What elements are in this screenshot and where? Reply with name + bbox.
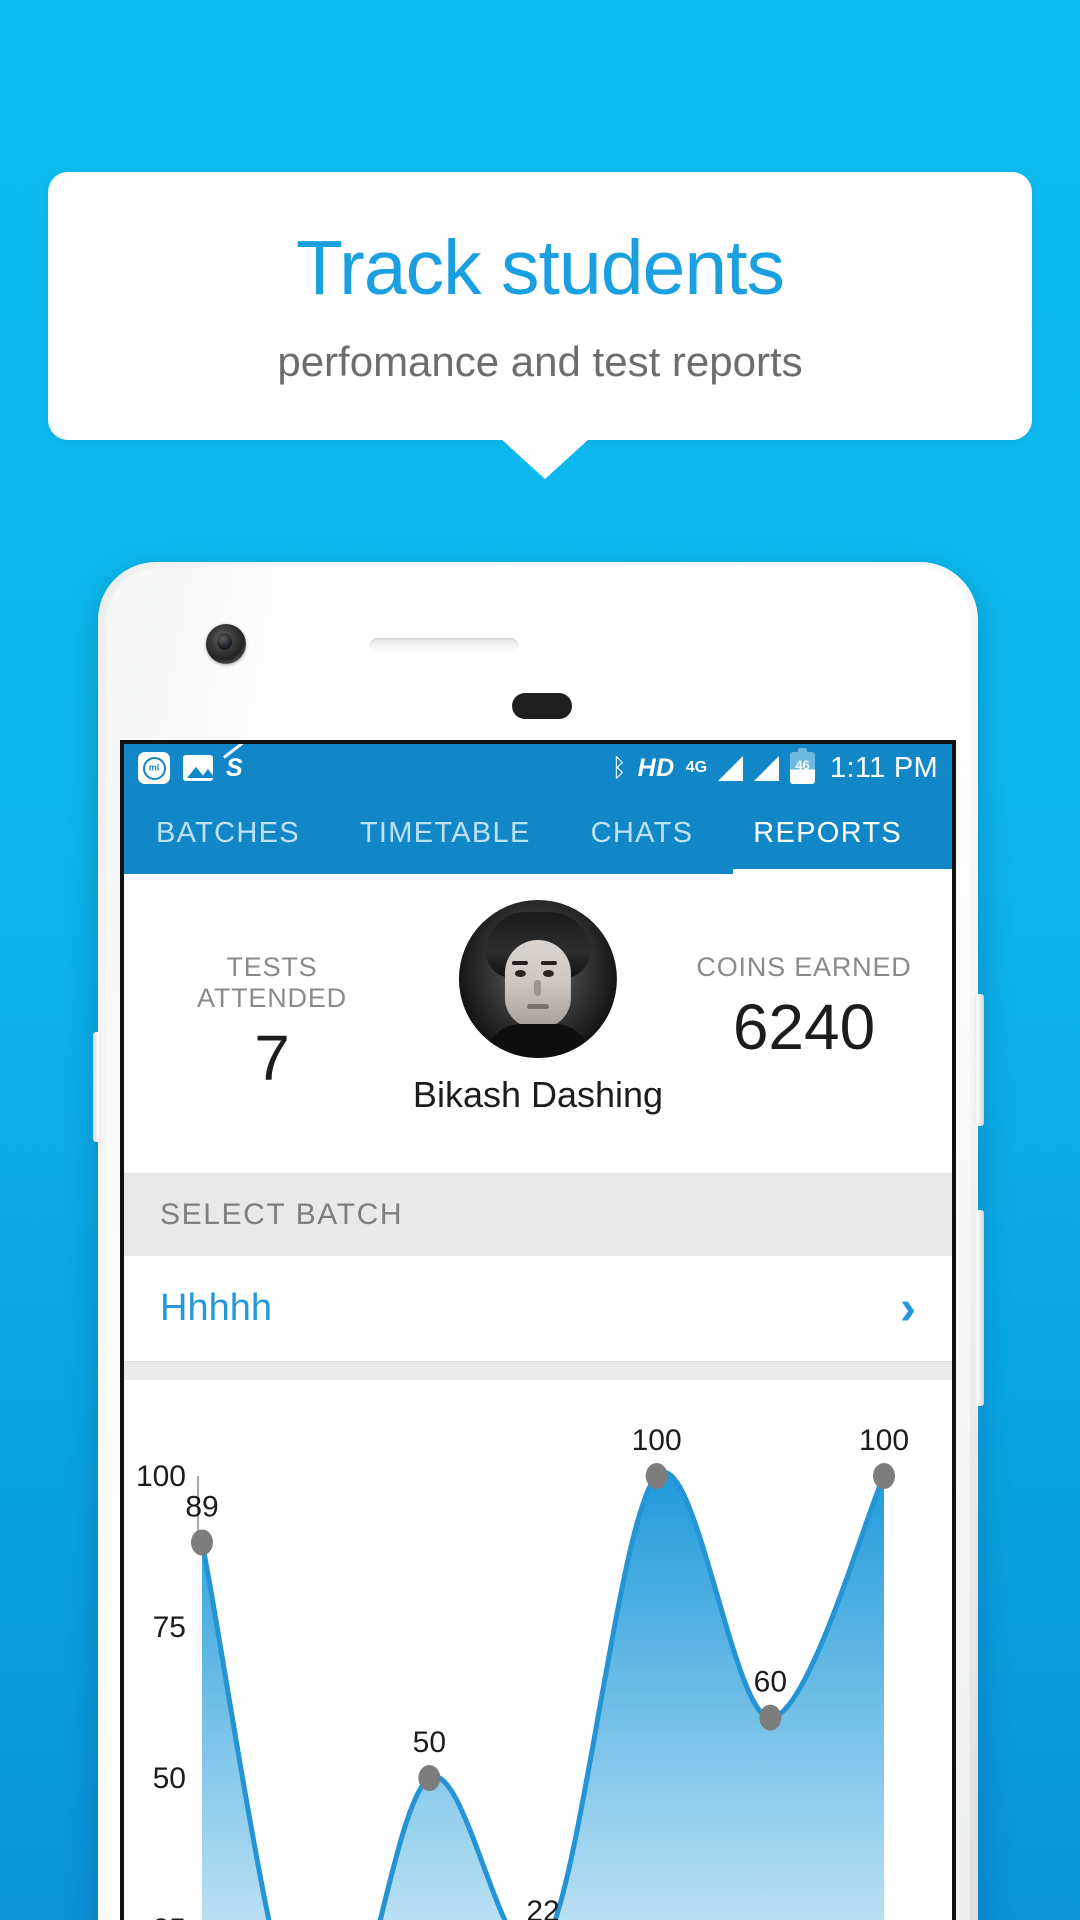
tab-bar: BATCHES TIMETABLE CHATS REPORTS [124, 792, 952, 874]
chart-data-point [873, 1463, 895, 1489]
network-label: 4G [685, 758, 708, 776]
coins-earned-label: COINS EARNED [696, 952, 912, 982]
left-side-button[interactable] [93, 1032, 101, 1142]
status-bar-left: S [138, 752, 256, 784]
avatar-eye-right [542, 970, 554, 977]
profile-summary: TESTS ATTENDED 7 Bikash Dashing COINS EA… [124, 874, 952, 1174]
chart-point-label: 22 [526, 1895, 559, 1920]
chart-data-point [418, 1765, 441, 1791]
chart-data-point [759, 1704, 782, 1731]
chart-data-point [191, 1529, 213, 1556]
student-name: Bikash Dashing [412, 1074, 664, 1115]
tests-attended-stat: TESTS ATTENDED 7 [152, 952, 392, 1090]
tests-attended-label: TESTS ATTENDED [197, 952, 347, 1013]
chart-point-label: 60 [754, 1666, 787, 1699]
status-bar-right: ᛒ HD 4G 46 1:11 PM [611, 748, 938, 785]
promo-bubble-tail [501, 439, 589, 479]
tab-reports[interactable]: REPORTS [733, 792, 952, 874]
coins-earned-stat: COINS EARNED 6240 [684, 952, 924, 1059]
battery-icon: 46 [790, 748, 816, 784]
tab-batches[interactable]: BATCHES [152, 792, 304, 874]
clock: 1:11 PM [830, 751, 938, 784]
home-button[interactable] [512, 693, 572, 719]
chevron-right-icon: › [900, 1281, 916, 1335]
chart-point-label: 50 [413, 1726, 446, 1759]
y-axis-tick-label: 75 [153, 1611, 186, 1644]
performance-chart: 100755025890502210060100 [124, 1380, 952, 1920]
promo-title: Track students [295, 224, 785, 311]
avatar-brow-right [540, 961, 557, 965]
performance-chart-svg: 100755025890502210060100 [136, 1424, 909, 1920]
batch-selector-row[interactable]: Hhhhh › [124, 1256, 952, 1362]
chart-point-label: 100 [632, 1424, 682, 1457]
status-bar: S ᛒ HD 4G 46 1:11 PM [124, 744, 952, 792]
tab-chats[interactable]: CHATS [587, 792, 698, 874]
sync-disabled-icon: S [226, 754, 256, 782]
avatar-eye-left [514, 970, 526, 977]
signal-bars-icon [718, 755, 744, 781]
front-camera-icon [206, 624, 246, 664]
y-axis-tick-label: 50 [153, 1762, 186, 1795]
avatar-block: Bikash Dashing [413, 900, 663, 1116]
y-axis-tick-label: 100 [136, 1460, 186, 1493]
power-button[interactable] [974, 994, 984, 1126]
avatar-mouth [526, 1004, 549, 1009]
tests-attended-value: 7 [254, 1022, 290, 1094]
y-axis-tick-label: 25 [153, 1913, 186, 1920]
phone-mockup: S ᛒ HD 4G 46 1:11 PM BATCHES TIMETABLE C… [93, 562, 984, 1920]
bluetooth-icon: ᛒ [611, 753, 627, 782]
phone-screen: S ᛒ HD 4G 46 1:11 PM BATCHES TIMETABLE C… [120, 740, 956, 1920]
promo-subtitle: perfomance and test reports [277, 337, 803, 385]
promo-bubble: Track students perfomance and test repor… [48, 172, 1032, 440]
avatar-nose [533, 980, 541, 996]
earpiece-speaker [370, 638, 518, 652]
avatar-brow-left [511, 961, 528, 965]
avatar[interactable] [458, 900, 617, 1058]
image-icon [183, 755, 213, 781]
mi-icon [138, 752, 170, 784]
tab-timetable[interactable]: TIMETABLE [356, 792, 535, 874]
battery-level: 46 [795, 757, 810, 773]
chart-divider [124, 1362, 952, 1380]
volume-button[interactable] [974, 1210, 984, 1406]
chart-point-label: 100 [859, 1424, 909, 1457]
selected-batch-name: Hhhhh [160, 1287, 272, 1329]
signal-bars-icon [754, 755, 780, 781]
hd-label: HD [637, 753, 675, 782]
select-batch-header: SELECT BATCH [124, 1174, 952, 1256]
chart-data-point [645, 1463, 668, 1489]
avatar-shoulders [484, 1024, 591, 1058]
chart-point-label: 89 [185, 1490, 218, 1523]
coins-earned-value: 6240 [732, 991, 876, 1063]
